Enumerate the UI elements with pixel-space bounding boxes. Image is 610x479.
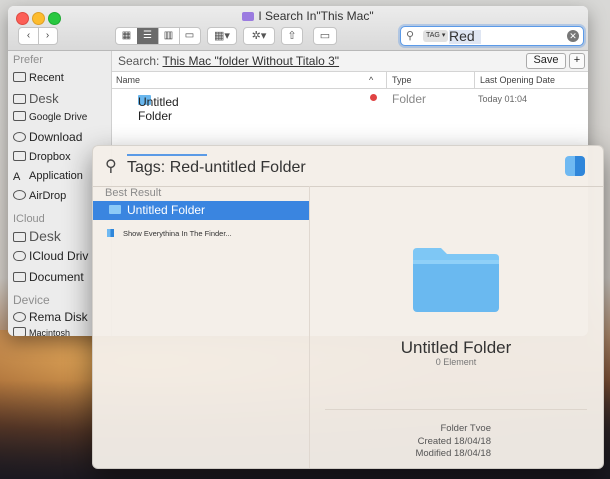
hard-drive-icon [13, 327, 26, 336]
back-button[interactable]: ‹ [19, 28, 39, 44]
spotlight-panel: ⚲ Tags: Red-untitled Folder Best Result … [92, 145, 604, 469]
sort-indicator-icon: ^ [369, 75, 374, 85]
preview-modified: Modified 18/04/18 [415, 448, 491, 459]
action-button[interactable]: ✲▾ [243, 27, 275, 45]
tag-button[interactable]: ▭ [313, 27, 337, 45]
sidebar-item-downloads[interactable]: Download [13, 130, 82, 144]
documents-icon [13, 272, 26, 282]
column-header: Name ^ Type Last Opening Date [112, 72, 588, 89]
scope-this-mac[interactable]: This Mac "folder Without Titalo 3" [162, 54, 339, 68]
gear-icon: ✲▾ [251, 30, 267, 42]
desktop-icon [13, 232, 26, 242]
column-last-opened[interactable]: Last Opening Date [480, 75, 555, 85]
sidebar-item-icloud-desktop[interactable]: Desk [13, 228, 61, 244]
add-criteria-button[interactable]: + [569, 53, 585, 69]
list-view-button[interactable]: ☰ [137, 28, 159, 44]
result-untitled-folder[interactable]: Untitled Folder [93, 201, 309, 220]
preview-type: Folder Tvoe [440, 423, 491, 434]
desktop-icon [13, 94, 26, 104]
search-icon: ⚲ [105, 158, 117, 175]
sidebar-item-remote-disk[interactable]: Rema Disk [13, 310, 88, 324]
grid-menu-icon: ▦▾ [214, 30, 230, 42]
save-search-button[interactable]: Save [526, 53, 566, 69]
table-row[interactable]: Untitled Folder Folder Today 01:04 [112, 89, 588, 123]
red-tag-dot [370, 94, 377, 101]
result-label: Untitled Folder [127, 203, 206, 217]
best-result-header: Best Result [105, 187, 162, 199]
spotlight-results-list: Best Result Untitled Folder Show Everyth… [93, 186, 310, 468]
sidebar-item-google-drive[interactable]: Google Drive [13, 111, 87, 123]
finder-titlebar: I Search In"This Mac" ‹ › ▦ ☰ ▥ ▭ ▦▾ ✲▾ … [8, 6, 588, 51]
sidebar-item-documents[interactable]: Document [13, 270, 84, 284]
sidebar-item-recent[interactable]: Recent [13, 72, 64, 84]
spotlight-search-bar: ⚲ Tags: Red-untitled Folder [93, 146, 603, 187]
recents-icon [13, 72, 26, 82]
search-token-type[interactable]: TAG ▾ [423, 30, 449, 42]
result-show-in-finder[interactable]: Show Everythina In The Finder... [107, 229, 232, 238]
search-scope-bar: Search: This Mac "folder Without Titalo … [112, 51, 588, 72]
share-icon: ⇧ [287, 30, 297, 42]
group-by-button[interactable]: ▦▾ [207, 27, 237, 45]
spotlight-query[interactable]: Tags: Red-untitled Folder [127, 159, 306, 177]
applications-icon: A [13, 171, 21, 183]
view-switcher: ▦ ☰ ▥ ▭ [115, 27, 201, 45]
window-title: I Search In"This Mac" [188, 9, 428, 23]
zoom-button[interactable] [48, 12, 61, 25]
preview-created: Created 18/04/18 [417, 436, 491, 447]
sidebar-header-devices: Device [13, 293, 50, 307]
sidebar-item-macintosh-hd[interactable]: Macintosh [13, 327, 70, 336]
scope-label: Search: This Mac "folder Without Titalo … [118, 54, 340, 68]
folder-icon [13, 151, 26, 161]
tag-icon: ▭ [319, 30, 331, 42]
sidebar-item-icloud-drive[interactable]: ICloud Driv [13, 249, 88, 263]
folder-preview-icon [413, 248, 499, 312]
finder-icon [107, 229, 114, 237]
sidebar-item-airdrop[interactable]: AirDrop [13, 190, 66, 202]
share-button[interactable]: ⇧ [281, 27, 303, 45]
sidebar-item-desktop[interactable]: Desk [13, 91, 59, 106]
sidebar-header-icloud: ICloud [13, 213, 45, 225]
icon-view-button[interactable]: ▦ [116, 28, 138, 44]
column-view-button[interactable]: ▥ [158, 28, 180, 44]
disc-icon [13, 312, 26, 322]
smart-folder-icon [242, 12, 255, 21]
close-button[interactable] [16, 12, 29, 25]
clear-search-icon[interactable]: ✕ [567, 30, 579, 42]
preview-divider [325, 409, 587, 410]
airdrop-icon [13, 190, 26, 200]
query-highlight [127, 154, 207, 156]
search-field[interactable]: ⚲ TAG ▾ Red ✕ [400, 26, 584, 46]
minimize-button[interactable] [32, 12, 45, 25]
folder-icon [13, 111, 26, 121]
column-type[interactable]: Type [392, 75, 412, 85]
cloud-icon [13, 251, 26, 261]
row-date: Today 01:04 [478, 94, 528, 104]
download-icon [13, 132, 26, 142]
nav-buttons: ‹ › [18, 27, 58, 45]
folder-icon [109, 205, 121, 214]
sidebar-header-favorites: Prefer [13, 54, 43, 66]
preview-title: Untitled Folder [400, 338, 512, 357]
finder-app-icon [565, 156, 585, 176]
search-icon: ⚲ [406, 30, 415, 42]
search-value: Red [449, 28, 475, 44]
column-name[interactable]: Name [116, 75, 140, 85]
preview-subtitle: 0 Element [435, 357, 477, 367]
sidebar-item-applications[interactable]: A Application [13, 170, 83, 183]
sidebar-item-dropbox[interactable]: Dropbox [13, 151, 71, 163]
gallery-view-button[interactable]: ▭ [179, 28, 200, 44]
forward-button[interactable]: › [38, 28, 57, 44]
row-type: Folder [392, 92, 427, 106]
